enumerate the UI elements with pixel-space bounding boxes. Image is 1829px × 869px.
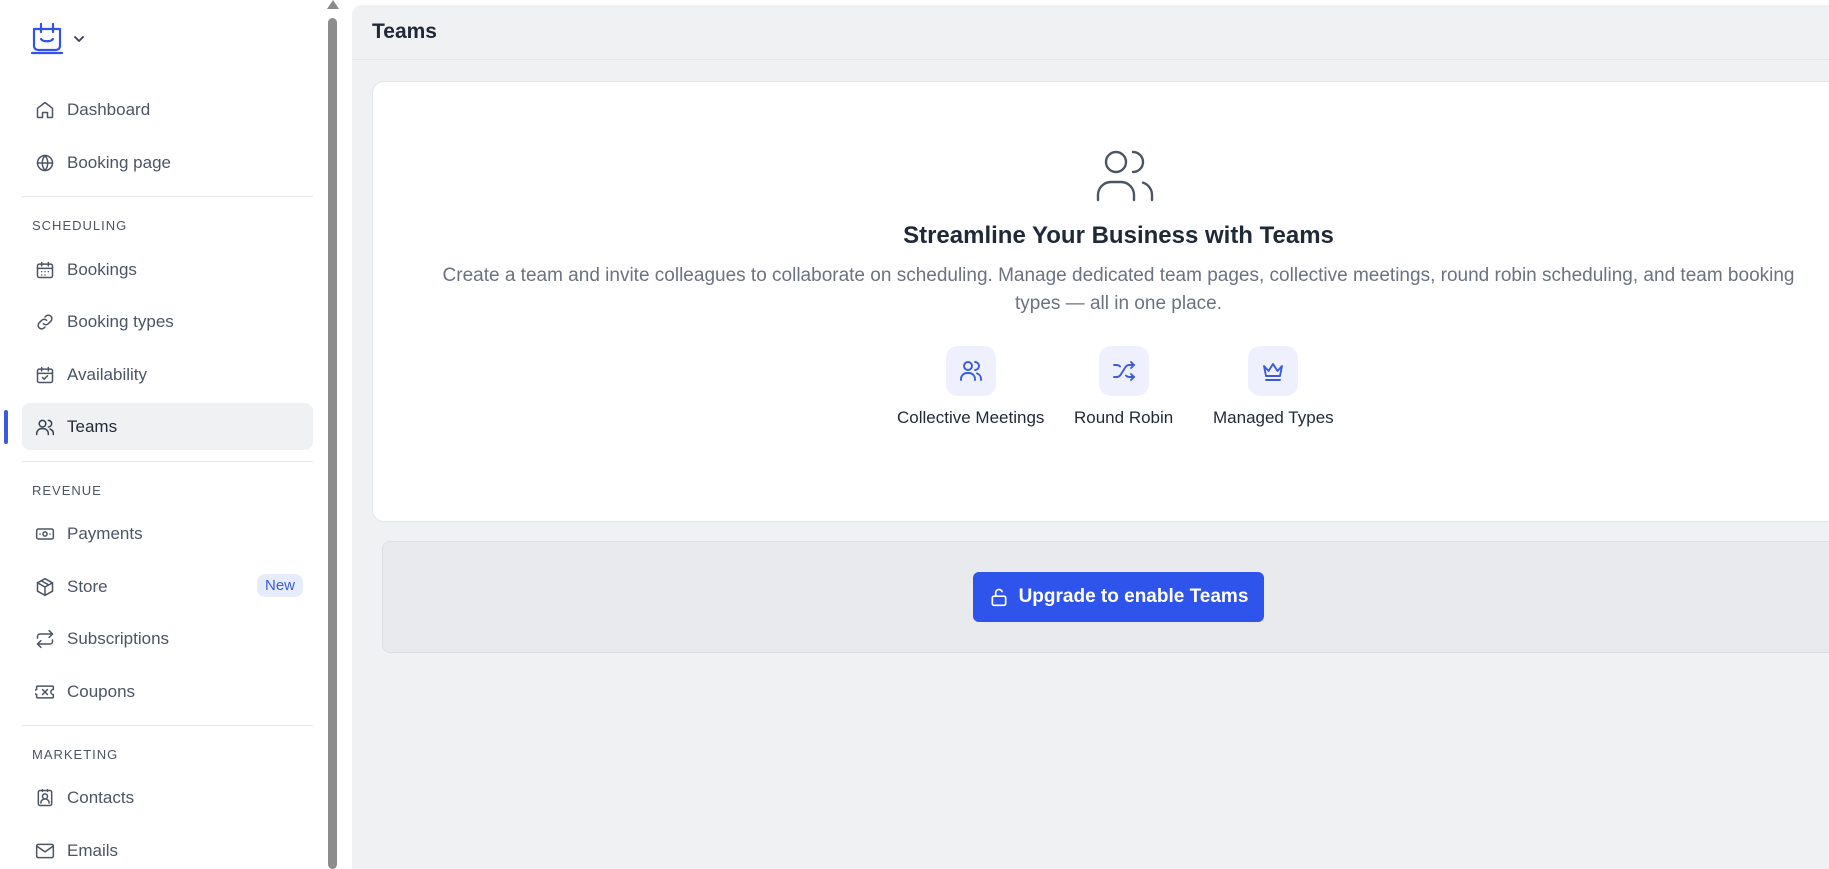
upgrade-button-label: Upgrade to enable Teams bbox=[1018, 586, 1249, 607]
sidebar-item-bookings[interactable]: Bookings bbox=[22, 246, 313, 293]
sidebar-item-label: Subscriptions bbox=[67, 628, 170, 648]
upgrade-button[interactable]: Upgrade to enable Teams bbox=[973, 572, 1264, 622]
sidebar-item-label: Booking types bbox=[67, 311, 174, 331]
sidebar-item-dashboard[interactable]: Dashboard bbox=[22, 86, 313, 133]
hero-description: Create a team and invite colleagues to c… bbox=[442, 265, 1795, 314]
users-icon bbox=[1096, 148, 1154, 207]
sidebar-item-availability[interactable]: Availability bbox=[22, 351, 313, 398]
sidebar-item-label: Contacts bbox=[67, 787, 135, 807]
feature-label: Collective Meetings bbox=[897, 408, 1045, 427]
sidebar-item-emails[interactable]: Emails bbox=[22, 827, 313, 869]
active-indicator bbox=[4, 410, 8, 444]
sidebar-divider bbox=[22, 725, 313, 726]
sidebar-item-contacts[interactable]: Contacts bbox=[22, 774, 313, 821]
mail-icon bbox=[34, 840, 56, 862]
home-icon bbox=[34, 99, 56, 121]
users-icon bbox=[34, 416, 56, 438]
sidebar-item-label: Emails bbox=[67, 840, 119, 860]
sidebar-item-teams[interactable]: Teams bbox=[22, 403, 313, 450]
calendar-icon bbox=[34, 259, 56, 281]
repeat-icon bbox=[34, 628, 56, 650]
sidebar-divider bbox=[22, 461, 313, 462]
section-title-revenue: REVENUE bbox=[32, 483, 102, 498]
link-icon bbox=[34, 311, 56, 333]
upgrade-panel: Upgrade to enable Teams bbox=[382, 541, 1829, 653]
sidebar-item-label: Availability bbox=[67, 364, 148, 384]
ticket-icon bbox=[34, 681, 56, 703]
sidebar-item-label: Bookings bbox=[67, 259, 137, 279]
scrollbar-thumb[interactable] bbox=[328, 18, 337, 869]
section-title-scheduling: SCHEDULING bbox=[32, 218, 128, 233]
sidebar-item-label: Store bbox=[67, 576, 108, 596]
sidebar-item-label: Teams bbox=[67, 416, 118, 436]
feature-round-robin: Round Robin bbox=[1074, 346, 1173, 428]
scroll-up-arrow-icon[interactable] bbox=[327, 0, 339, 9]
sidebar-item-store[interactable]: Store New bbox=[22, 563, 313, 610]
sidebar-item-label: Coupons bbox=[67, 681, 136, 701]
sidebar-item-coupons[interactable]: Coupons bbox=[22, 668, 313, 715]
banknote-icon bbox=[34, 523, 56, 545]
workspace-switcher[interactable] bbox=[30, 22, 86, 56]
package-icon bbox=[34, 576, 56, 598]
feature-label: Managed Types bbox=[1213, 408, 1334, 427]
app: Dashboard Booking page SCHEDULING Bookin… bbox=[0, 0, 1829, 869]
sidebar-item-payments[interactable]: Payments bbox=[22, 510, 313, 557]
page-title: Teams bbox=[372, 20, 437, 43]
sidebar: Dashboard Booking page SCHEDULING Bookin… bbox=[0, 0, 326, 869]
feature-managed-types: Managed Types bbox=[1213, 346, 1334, 428]
chevron-down-icon bbox=[74, 36, 84, 42]
sidebar-item-booking-page[interactable]: Booking page bbox=[22, 139, 313, 186]
teams-promo-card: Streamline Your Business with Teams Crea… bbox=[372, 81, 1829, 522]
section-title-marketing: MARKETING bbox=[32, 747, 119, 762]
globe-icon bbox=[34, 152, 56, 174]
feature-collective-meetings: Collective Meetings bbox=[897, 346, 1044, 428]
contact-icon bbox=[34, 787, 56, 809]
sidebar-item-label: Dashboard bbox=[67, 99, 151, 119]
shuffle-icon bbox=[1098, 346, 1149, 396]
sidebar-item-label: Booking page bbox=[67, 152, 171, 172]
sidebar-item-booking-types[interactable]: Booking types bbox=[22, 298, 313, 345]
new-badge: New bbox=[256, 574, 303, 597]
calendar-check-icon bbox=[34, 364, 56, 386]
sidebar-scrollbar[interactable] bbox=[326, 0, 339, 869]
lock-open-icon bbox=[991, 588, 1007, 607]
crown-icon bbox=[1248, 346, 1299, 396]
users-icon bbox=[945, 346, 996, 396]
main-content: Teams Streamline Your Business with Team… bbox=[352, 5, 1829, 869]
feature-label: Round Robin bbox=[1074, 408, 1174, 427]
sidebar-item-subscriptions[interactable]: Subscriptions bbox=[22, 615, 313, 662]
sidebar-divider bbox=[22, 196, 313, 197]
header-divider bbox=[352, 59, 1829, 60]
calendar-logo-icon bbox=[30, 22, 64, 55]
sidebar-item-label: Payments bbox=[67, 523, 143, 543]
hero-title: Streamline Your Business with Teams bbox=[903, 222, 1334, 249]
